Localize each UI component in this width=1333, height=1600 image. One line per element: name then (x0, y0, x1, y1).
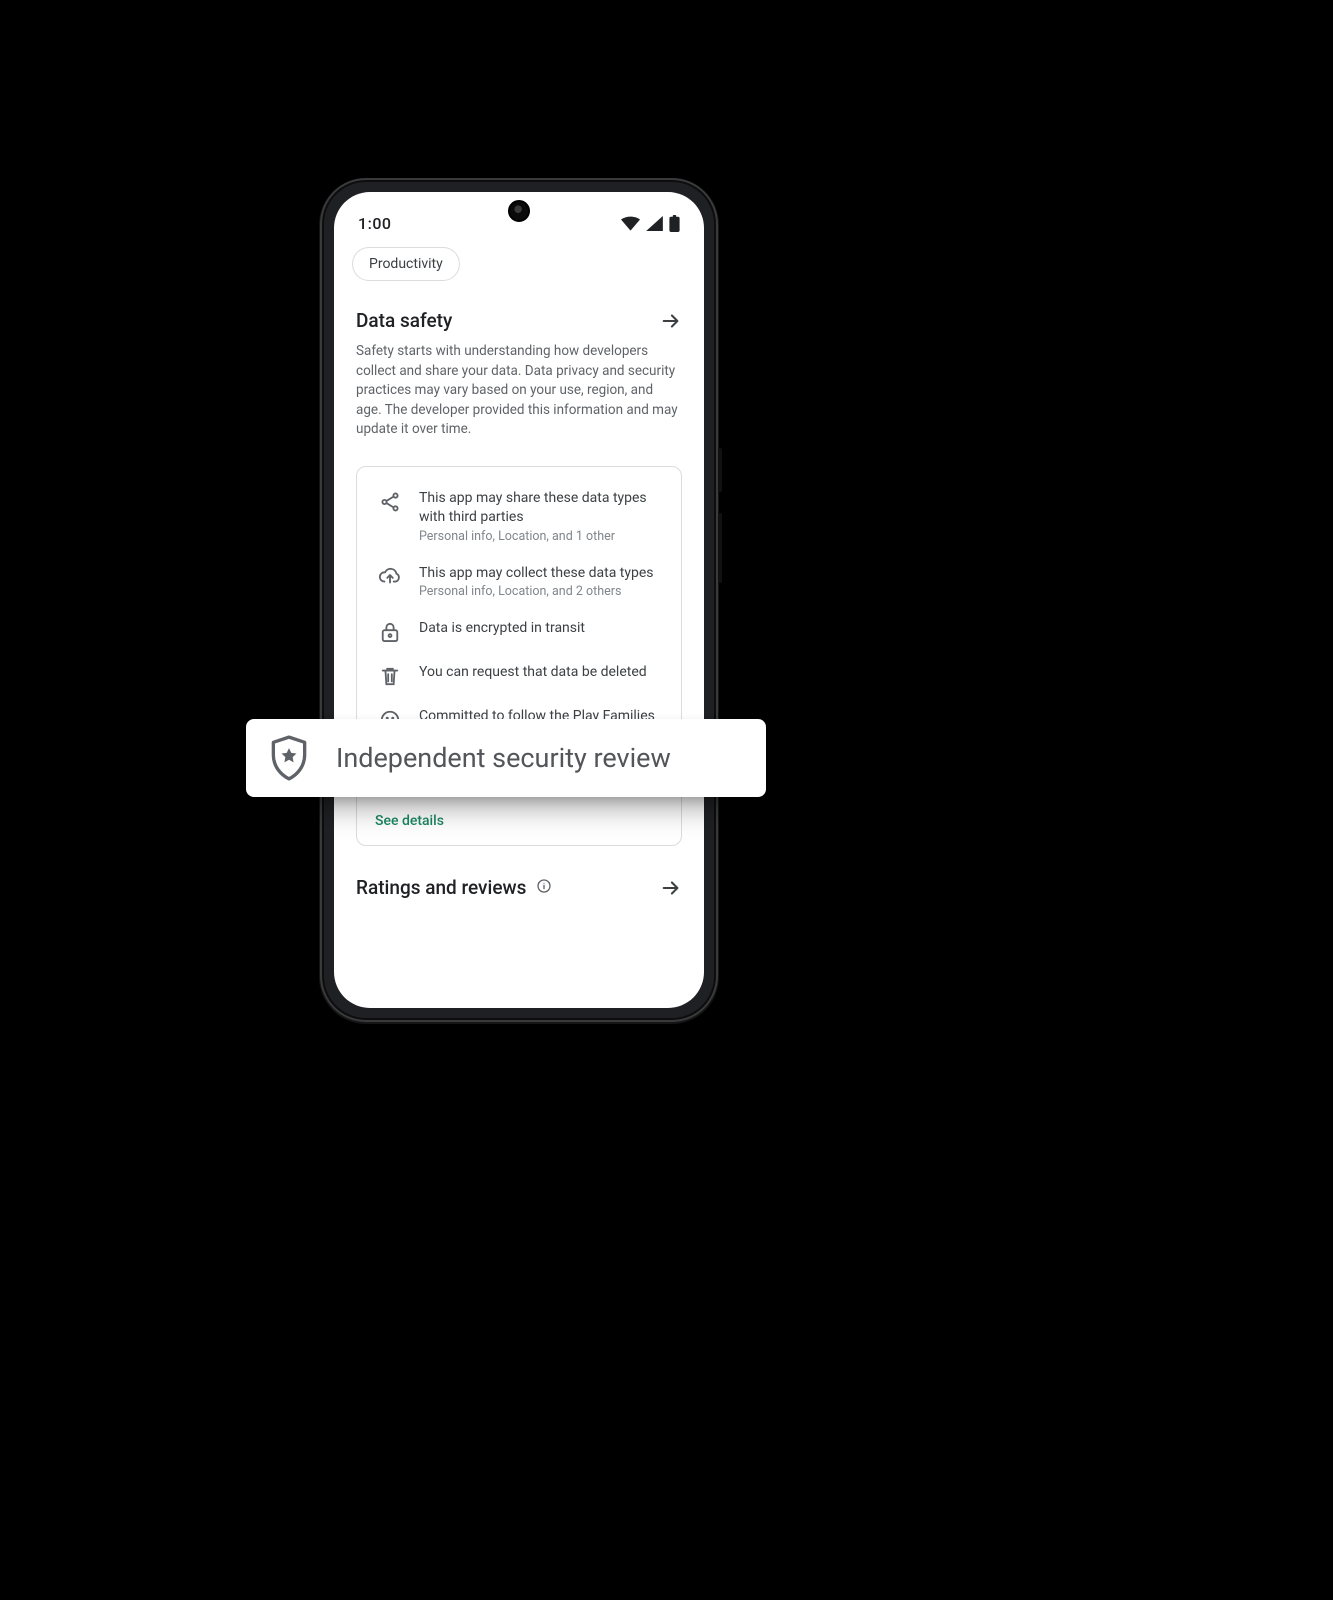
phone-screen: 1:00 Productivity Data safety (334, 192, 704, 1008)
chip-row: Productivity (334, 241, 704, 295)
row-title: You can request that data be deleted (419, 663, 647, 682)
row-sub: Personal info, Location, and 1 other (419, 529, 661, 544)
callout-label: Independent security review (336, 742, 671, 774)
data-safety-title: Data safety (356, 309, 452, 332)
see-details-link[interactable]: See details (375, 813, 663, 829)
data-safety-row-text: You can request that data be deleted (419, 663, 647, 687)
security-review-callout: Independent security review (246, 719, 766, 797)
row-title: This app may share these data types with… (419, 489, 661, 527)
cloud-upload-icon (377, 564, 403, 600)
category-chip[interactable]: Productivity (352, 247, 460, 281)
wifi-icon (621, 216, 640, 231)
row-sub: Personal info, Location, and 2 others (419, 584, 654, 599)
row-title: Data is encrypted in transit (419, 619, 585, 638)
data-safety-expand-button[interactable] (656, 306, 686, 336)
arrow-right-icon (660, 310, 682, 332)
data-safety-row-text: This app may share these data types with… (419, 489, 661, 544)
data-safety-row: Data is encrypted in transit (375, 609, 663, 653)
lock-icon (377, 619, 403, 643)
front-camera (508, 200, 530, 222)
data-safety-row: This app may collect these data types Pe… (375, 554, 663, 610)
shield-star-icon (268, 734, 310, 782)
status-icons (621, 215, 680, 232)
status-time: 1:00 (358, 214, 392, 233)
data-safety-section: Data safety Safety starts with understan… (334, 295, 704, 450)
trash-icon (377, 663, 403, 687)
data-safety-row-text: Data is encrypted in transit (419, 619, 585, 643)
data-safety-row: This app may share these data types with… (375, 485, 663, 554)
chip-label: Productivity (369, 256, 443, 272)
cell-signal-icon (646, 216, 663, 231)
row-title: This app may collect these data types (419, 564, 654, 583)
data-safety-row-text: This app may collect these data types Pe… (419, 564, 654, 600)
info-icon[interactable] (536, 878, 552, 898)
ratings-expand-button[interactable] (656, 873, 686, 903)
arrow-right-icon (660, 877, 682, 899)
data-safety-description: Safety starts with understanding how dev… (356, 342, 682, 440)
data-safety-row: You can request that data be deleted (375, 653, 663, 697)
ratings-header: Ratings and reviews (356, 876, 552, 899)
phone-frame: 1:00 Productivity Data safety (320, 178, 718, 1022)
ratings-section: Ratings and reviews (334, 846, 704, 919)
section-header: Data safety (356, 309, 682, 332)
battery-icon (669, 215, 680, 232)
share-icon (377, 489, 403, 544)
ratings-title: Ratings and reviews (356, 876, 526, 899)
